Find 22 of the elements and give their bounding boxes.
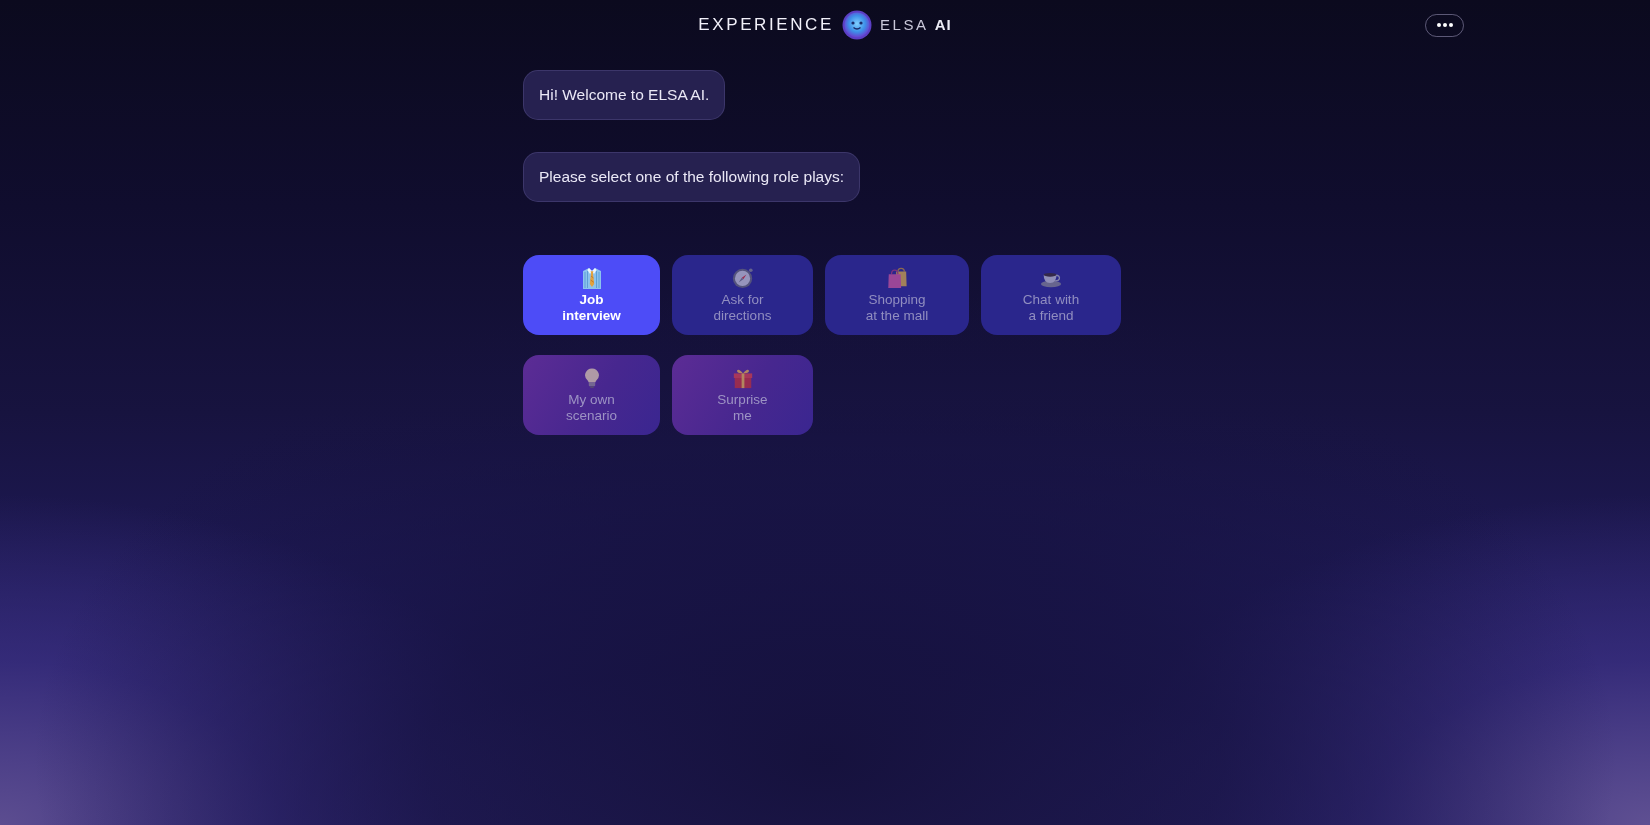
role-play-option[interactable]: Surprise me [672, 355, 813, 435]
role-play-label: Surprise me [717, 392, 768, 424]
role-play-label: Shopping at the mall [865, 292, 929, 324]
compass-icon [731, 267, 754, 289]
role-play-label: My own scenario [566, 392, 617, 424]
chat-message-bubble: Please select one of the following role plays: [523, 152, 860, 202]
role-play-option[interactable]: Chat with a friend [981, 255, 1121, 335]
shirt-and-tie-icon [580, 267, 603, 289]
role-play-label: Job interview [562, 292, 621, 324]
role-play-option[interactable]: Ask for directions [672, 255, 813, 335]
experience-title: EXPERIENCE [698, 15, 834, 35]
brand-name: ELSA AI [879, 15, 952, 35]
logo-icon [841, 10, 872, 40]
role-play-option[interactable]: Job interview [523, 255, 660, 335]
role-play-option[interactable]: Shopping at the mall [825, 255, 969, 335]
chat-message-bubble: Hi! Welcome to ELSA AI. [523, 70, 726, 120]
shopping-bags-icon [886, 267, 908, 289]
role-play-label: Ask for directions [713, 292, 772, 324]
role-play-option[interactable]: My own scenario [523, 355, 660, 435]
role-play-label: Chat with a friend [1022, 292, 1080, 324]
more-icon [1436, 23, 1453, 27]
gift-box-icon [731, 367, 754, 389]
